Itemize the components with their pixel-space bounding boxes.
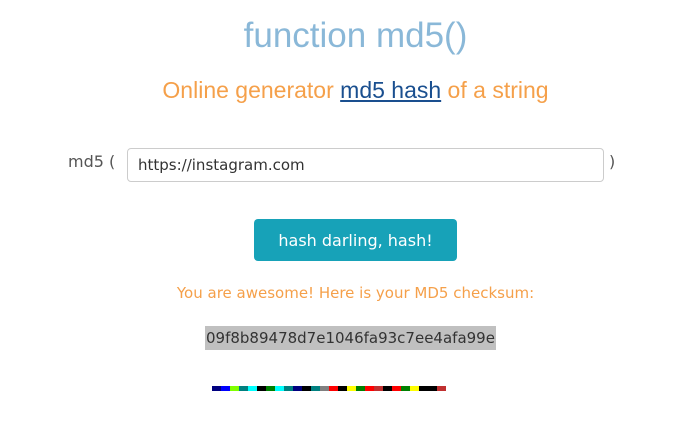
color-strip-segment [365, 386, 374, 391]
color-strip-segment [275, 386, 284, 391]
string-input[interactable] [127, 148, 604, 182]
hash-color-strip [212, 386, 446, 391]
color-strip-segment [257, 386, 266, 391]
md5-input-row: md5 ( ) [0, 148, 681, 184]
color-strip-segment [383, 386, 392, 391]
color-strip-segment [338, 386, 347, 391]
color-strip-segment [419, 386, 428, 391]
color-strip-segment [428, 386, 437, 391]
page-title: function md5() [243, 16, 468, 55]
result-message: You are awesome! Here is your MD5 checks… [176, 284, 535, 302]
color-strip-segment [221, 386, 230, 391]
color-strip-segment [248, 386, 257, 391]
color-strip-segment [437, 386, 446, 391]
function-close-label: ) [609, 152, 616, 171]
color-strip-segment [212, 386, 221, 391]
color-strip-segment [284, 386, 293, 391]
subtitle-text-before: Online generator [162, 77, 341, 103]
color-strip-segment [266, 386, 275, 391]
page-subtitle: Online generator md5 hash of a string [0, 75, 681, 105]
color-strip-segment [374, 386, 383, 391]
color-strip-segment [302, 386, 311, 391]
color-strip-segment [410, 386, 419, 391]
function-open-label: md5 ( [68, 152, 116, 171]
color-strip-segment [347, 386, 356, 391]
color-strip-segment [293, 386, 302, 391]
color-strip-segment [401, 386, 410, 391]
md5-hash-link[interactable]: md5 hash [340, 77, 441, 103]
color-strip-segment [356, 386, 365, 391]
color-strip-segment [239, 386, 248, 391]
hash-button[interactable]: hash darling, hash! [254, 219, 457, 261]
color-strip-segment [320, 386, 329, 391]
md5-checksum-output[interactable]: 09f8b89478d7e1046fa93c7ee4afa99e [205, 326, 496, 350]
color-strip-segment [230, 386, 239, 391]
color-strip-segment [329, 386, 338, 391]
color-strip-segment [311, 386, 320, 391]
color-strip-segment [392, 386, 401, 391]
subtitle-text-after: of a string [441, 77, 549, 103]
